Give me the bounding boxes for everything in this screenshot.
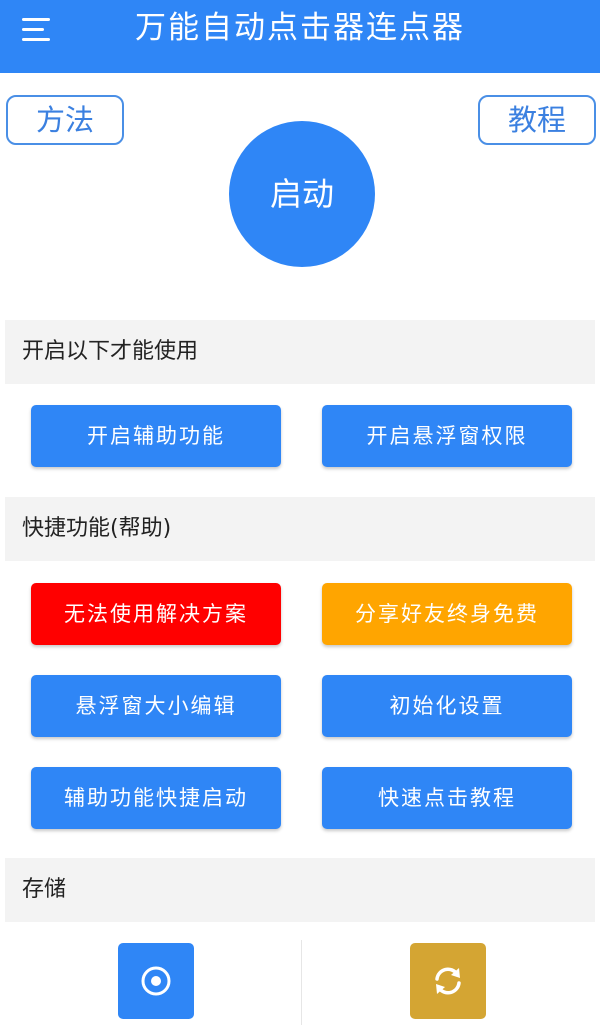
method-button[interactable]: 方法 <box>6 95 124 145</box>
floating-size-edit-button[interactable]: 悬浮窗大小编辑 <box>31 675 281 737</box>
app-title: 万能自动点击器连点器 <box>135 10 465 46</box>
accessibility-shortcut-button[interactable]: 辅助功能快捷启动 <box>31 767 281 829</box>
quick-click-tutorial-button[interactable]: 快速点击教程 <box>322 767 572 829</box>
section-header-shortcuts: 快捷功能(帮助) <box>5 497 595 561</box>
start-button[interactable]: 启动 <box>229 121 375 267</box>
section-header-storage: 存储 <box>5 858 595 922</box>
troubleshoot-button[interactable]: 无法使用解决方案 <box>31 583 281 645</box>
target-circle-icon <box>141 966 171 996</box>
share-free-button[interactable]: 分享好友终身免费 <box>322 583 572 645</box>
enable-accessibility-button[interactable]: 开启辅助功能 <box>31 405 281 467</box>
target-storage-button[interactable] <box>118 943 194 1019</box>
tutorial-button[interactable]: 教程 <box>478 95 596 145</box>
sync-storage-button[interactable] <box>410 943 486 1019</box>
reset-settings-button[interactable]: 初始化设置 <box>322 675 572 737</box>
sync-refresh-icon <box>435 967 461 995</box>
app-header: 万能自动点击器连点器 <box>0 0 600 73</box>
hamburger-menu-icon[interactable] <box>22 16 54 44</box>
section-header-permissions: 开启以下才能使用 <box>5 320 595 384</box>
enable-floating-window-button[interactable]: 开启悬浮窗权限 <box>322 405 572 467</box>
storage-divider <box>301 940 302 1025</box>
